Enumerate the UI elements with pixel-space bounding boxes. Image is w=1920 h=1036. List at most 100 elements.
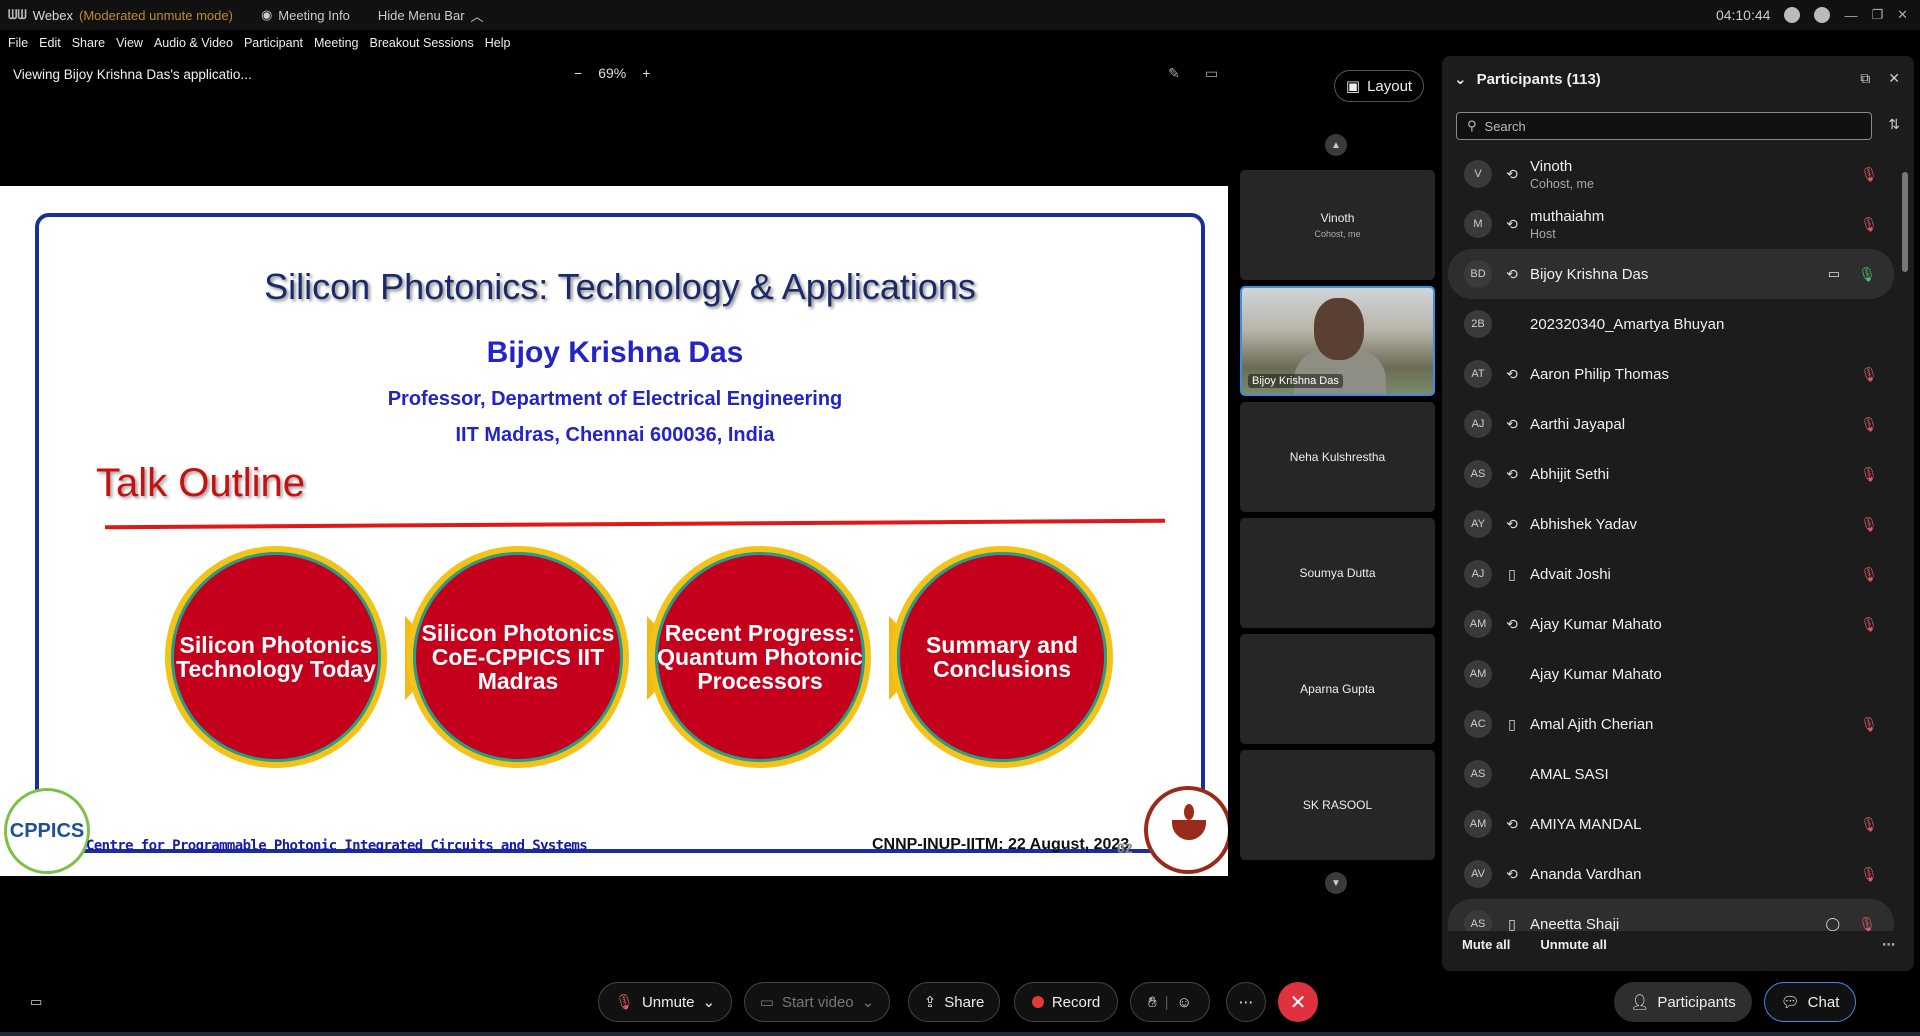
scrollbar-thumb[interactable] bbox=[1902, 172, 1908, 272]
menu-edit[interactable]: Edit bbox=[39, 36, 61, 50]
leave-meeting-button[interactable]: ✕ bbox=[1278, 982, 1318, 1022]
menu-breakout-sessions[interactable]: Breakout Sessions bbox=[369, 36, 473, 50]
participant-row[interactable]: AM ⟲ Ajay Kumar Mahato 🎙︎ bbox=[1448, 599, 1896, 649]
participant-row[interactable]: AS AMAL SASI bbox=[1448, 749, 1896, 799]
participant-row[interactable]: AT ⟲ Aaron Philip Thomas 🎙︎ bbox=[1448, 349, 1896, 399]
annotate-icon[interactable]: ✎ bbox=[1168, 65, 1180, 82]
meeting-info-button[interactable]: ◉ Meeting Info bbox=[261, 7, 350, 23]
menu-view[interactable]: View bbox=[116, 36, 143, 50]
mobile-device-icon: ▯ bbox=[1508, 565, 1516, 582]
more-options-button[interactable]: ⋯ bbox=[1226, 982, 1266, 1022]
reactions-icon[interactable]: ☺ bbox=[1177, 994, 1192, 1011]
unmute-button[interactable]: 🎙︎ Unmute ⌄ bbox=[598, 982, 732, 1022]
video-tile[interactable]: Vinoth Cohost, me bbox=[1240, 170, 1435, 280]
start-video-button[interactable]: ▭ Start video ⌄ bbox=[744, 982, 890, 1022]
network-status-icon bbox=[1814, 7, 1831, 23]
muted-mic-icon[interactable]: 🎙︎ bbox=[1860, 616, 1878, 633]
muted-mic-icon[interactable]: 🎙︎ bbox=[1860, 816, 1878, 833]
chat-icon[interactable]: ◯ bbox=[1825, 916, 1840, 931]
video-tile-active-speaker[interactable]: Bijoy Krishna Das bbox=[1240, 286, 1435, 396]
chat-button[interactable]: 💬︎ Chat bbox=[1764, 982, 1856, 1022]
scroll-down-button[interactable]: ▼ bbox=[1325, 872, 1347, 894]
video-tile[interactable]: Aparna Gupta bbox=[1240, 634, 1435, 744]
search-icon: ⚲ bbox=[1467, 118, 1477, 133]
participant-row[interactable]: AM ⟲ AMIYA MANDAL 🎙︎ bbox=[1448, 799, 1896, 849]
screen-options-icon[interactable]: ▭ bbox=[1205, 65, 1218, 82]
close-panel-icon[interactable]: ✕ bbox=[1888, 70, 1900, 87]
participant-name: Aneetta Shaji bbox=[1530, 915, 1620, 932]
participants-button[interactable]: 👤︎ Participants bbox=[1614, 982, 1752, 1022]
zoom-in-icon[interactable]: + bbox=[642, 65, 650, 81]
muted-mic-icon[interactable]: 🎙︎ bbox=[1860, 716, 1878, 733]
mic-on-icon[interactable]: 🎙︎ bbox=[1858, 266, 1876, 283]
record-button[interactable]: Record bbox=[1014, 982, 1118, 1022]
closed-caption-icon[interactable]: ▭ bbox=[30, 994, 42, 1010]
participant-search-input[interactable]: ⚲ Search bbox=[1456, 112, 1872, 140]
minimize-icon[interactable]: — bbox=[1844, 8, 1857, 23]
menu-participant[interactable]: Participant bbox=[244, 36, 303, 50]
video-tile[interactable]: Neha Kulshrestha bbox=[1240, 402, 1435, 512]
muted-mic-icon[interactable]: 🎙︎ bbox=[1860, 366, 1878, 383]
muted-mic-icon[interactable]: 🎙︎ bbox=[1860, 166, 1878, 183]
share-button[interactable]: ⇪ Share bbox=[908, 982, 1000, 1022]
scroll-up-button[interactable]: ▲ bbox=[1325, 134, 1347, 156]
muted-mic-icon[interactable]: 🎙︎ bbox=[1860, 466, 1878, 483]
muted-mic-icon[interactable]: 🎙︎ bbox=[1860, 216, 1878, 233]
participant-info: Aaron Philip Thomas bbox=[1530, 366, 1669, 383]
menu-share[interactable]: Share bbox=[72, 36, 105, 50]
participant-name: Ajay Kumar Mahato bbox=[1530, 615, 1662, 633]
menu-help[interactable]: Help bbox=[485, 36, 511, 50]
chevron-up-icon: ︿ bbox=[470, 8, 484, 24]
record-icon bbox=[1031, 996, 1044, 1008]
avatar: AS bbox=[1464, 910, 1492, 931]
participant-row[interactable]: AJ ▯ Advait Joshi 🎙︎ bbox=[1448, 549, 1896, 599]
video-tile[interactable]: Soumya Dutta bbox=[1240, 518, 1435, 628]
participant-row[interactable]: AV ⟲ Ananda Vardhan 🎙︎ bbox=[1448, 849, 1896, 899]
participant-row[interactable]: AC ▯ Amal Ajith Cherian 🎙︎ bbox=[1448, 699, 1896, 749]
restore-icon[interactable]: ❐ bbox=[1871, 7, 1883, 23]
layout-button[interactable]: ▣ Layout bbox=[1334, 70, 1424, 102]
menu-audio-video[interactable]: Audio & Video bbox=[154, 36, 233, 50]
slide-institute: IIT Madras, Chennai 600036, India bbox=[455, 424, 775, 446]
participant-row[interactable]: AJ ⟲ Aarthi Jayapal 🎙︎ bbox=[1448, 399, 1896, 449]
participant-row[interactable]: AM Ajay Kumar Mahato bbox=[1448, 649, 1896, 699]
participant-row[interactable]: BD ⟲ Bijoy Krishna Das ▭ 🎙︎ bbox=[1448, 249, 1894, 299]
popout-icon[interactable]: ⧉ bbox=[1860, 70, 1870, 87]
hide-menu-bar-button[interactable]: Hide Menu Bar ︿ bbox=[378, 6, 484, 25]
zoom-out-icon[interactable]: − bbox=[574, 65, 582, 81]
mute-all-button[interactable]: Mute all bbox=[1462, 937, 1510, 952]
close-window-icon[interactable]: ✕ bbox=[1897, 7, 1908, 23]
participant-scrollbar[interactable] bbox=[1902, 152, 1908, 922]
muted-mic-icon[interactable]: 🎙︎ bbox=[1860, 416, 1878, 433]
muted-mic-icon[interactable]: 🎙︎ bbox=[1860, 866, 1878, 883]
participant-name: Abhijit Sethi bbox=[1530, 465, 1610, 483]
participant-row[interactable]: 2B 202320340_Amartya Bhuyan bbox=[1448, 299, 1896, 349]
muted-mic-icon[interactable]: 🎙︎ bbox=[1860, 566, 1878, 583]
participant-row[interactable]: AS ⟲ Abhijit Sethi 🎙︎ bbox=[1448, 449, 1896, 499]
participant-row[interactable]: AY ⟲ Abhishek Yadav 🎙︎ bbox=[1448, 499, 1896, 549]
chevron-down-icon: ⌄ bbox=[861, 994, 875, 1011]
menu-file[interactable]: File bbox=[8, 36, 28, 50]
slide-department: Professor, Department of Electrical Engi… bbox=[387, 388, 843, 410]
share-label: Share bbox=[944, 993, 985, 1011]
muted-mic-icon[interactable]: 🎙︎ bbox=[1860, 516, 1878, 533]
video-tile[interactable]: SK RASOOL bbox=[1240, 750, 1435, 860]
sort-icon[interactable]: ⇅ bbox=[1888, 116, 1900, 133]
participant-row[interactable]: M ⟲ muthaiahm Host 🎙︎ bbox=[1448, 199, 1896, 249]
participant-info: Amal Ajith Cherian bbox=[1530, 716, 1653, 733]
muted-mic-icon[interactable]: 🎙︎ bbox=[1858, 916, 1876, 932]
computer-audio-icon: ⟲ bbox=[1506, 815, 1518, 832]
more-options-icon[interactable]: ⋯ bbox=[1882, 937, 1895, 953]
computer-audio-icon: ⟲ bbox=[1506, 365, 1518, 382]
participant-row[interactable]: AS ▯ Aneetta Shaji ◯ 🎙︎ bbox=[1448, 899, 1894, 931]
participants-icon: 👤︎ bbox=[1630, 994, 1650, 1011]
menu-meeting[interactable]: Meeting bbox=[314, 36, 358, 50]
raise-hand-icon[interactable]: ✋︎ bbox=[1148, 994, 1157, 1011]
panel-header-actions: ⧉ ✕ bbox=[1860, 70, 1900, 87]
webex-window: ᗯᗯ Webex (Moderated unmute mode) ◉ Meeti… bbox=[0, 0, 1920, 1036]
unmute-all-button[interactable]: Unmute all bbox=[1540, 937, 1606, 952]
participants-header[interactable]: ⌄ Participants (113) bbox=[1454, 70, 1601, 89]
participant-row[interactable]: V ⟲ Vinoth Cohost, me 🎙︎ bbox=[1448, 149, 1896, 199]
tile-name: Bijoy Krishna Das bbox=[1248, 374, 1343, 388]
reactions-group: ✋︎ | ☺ bbox=[1130, 982, 1210, 1022]
